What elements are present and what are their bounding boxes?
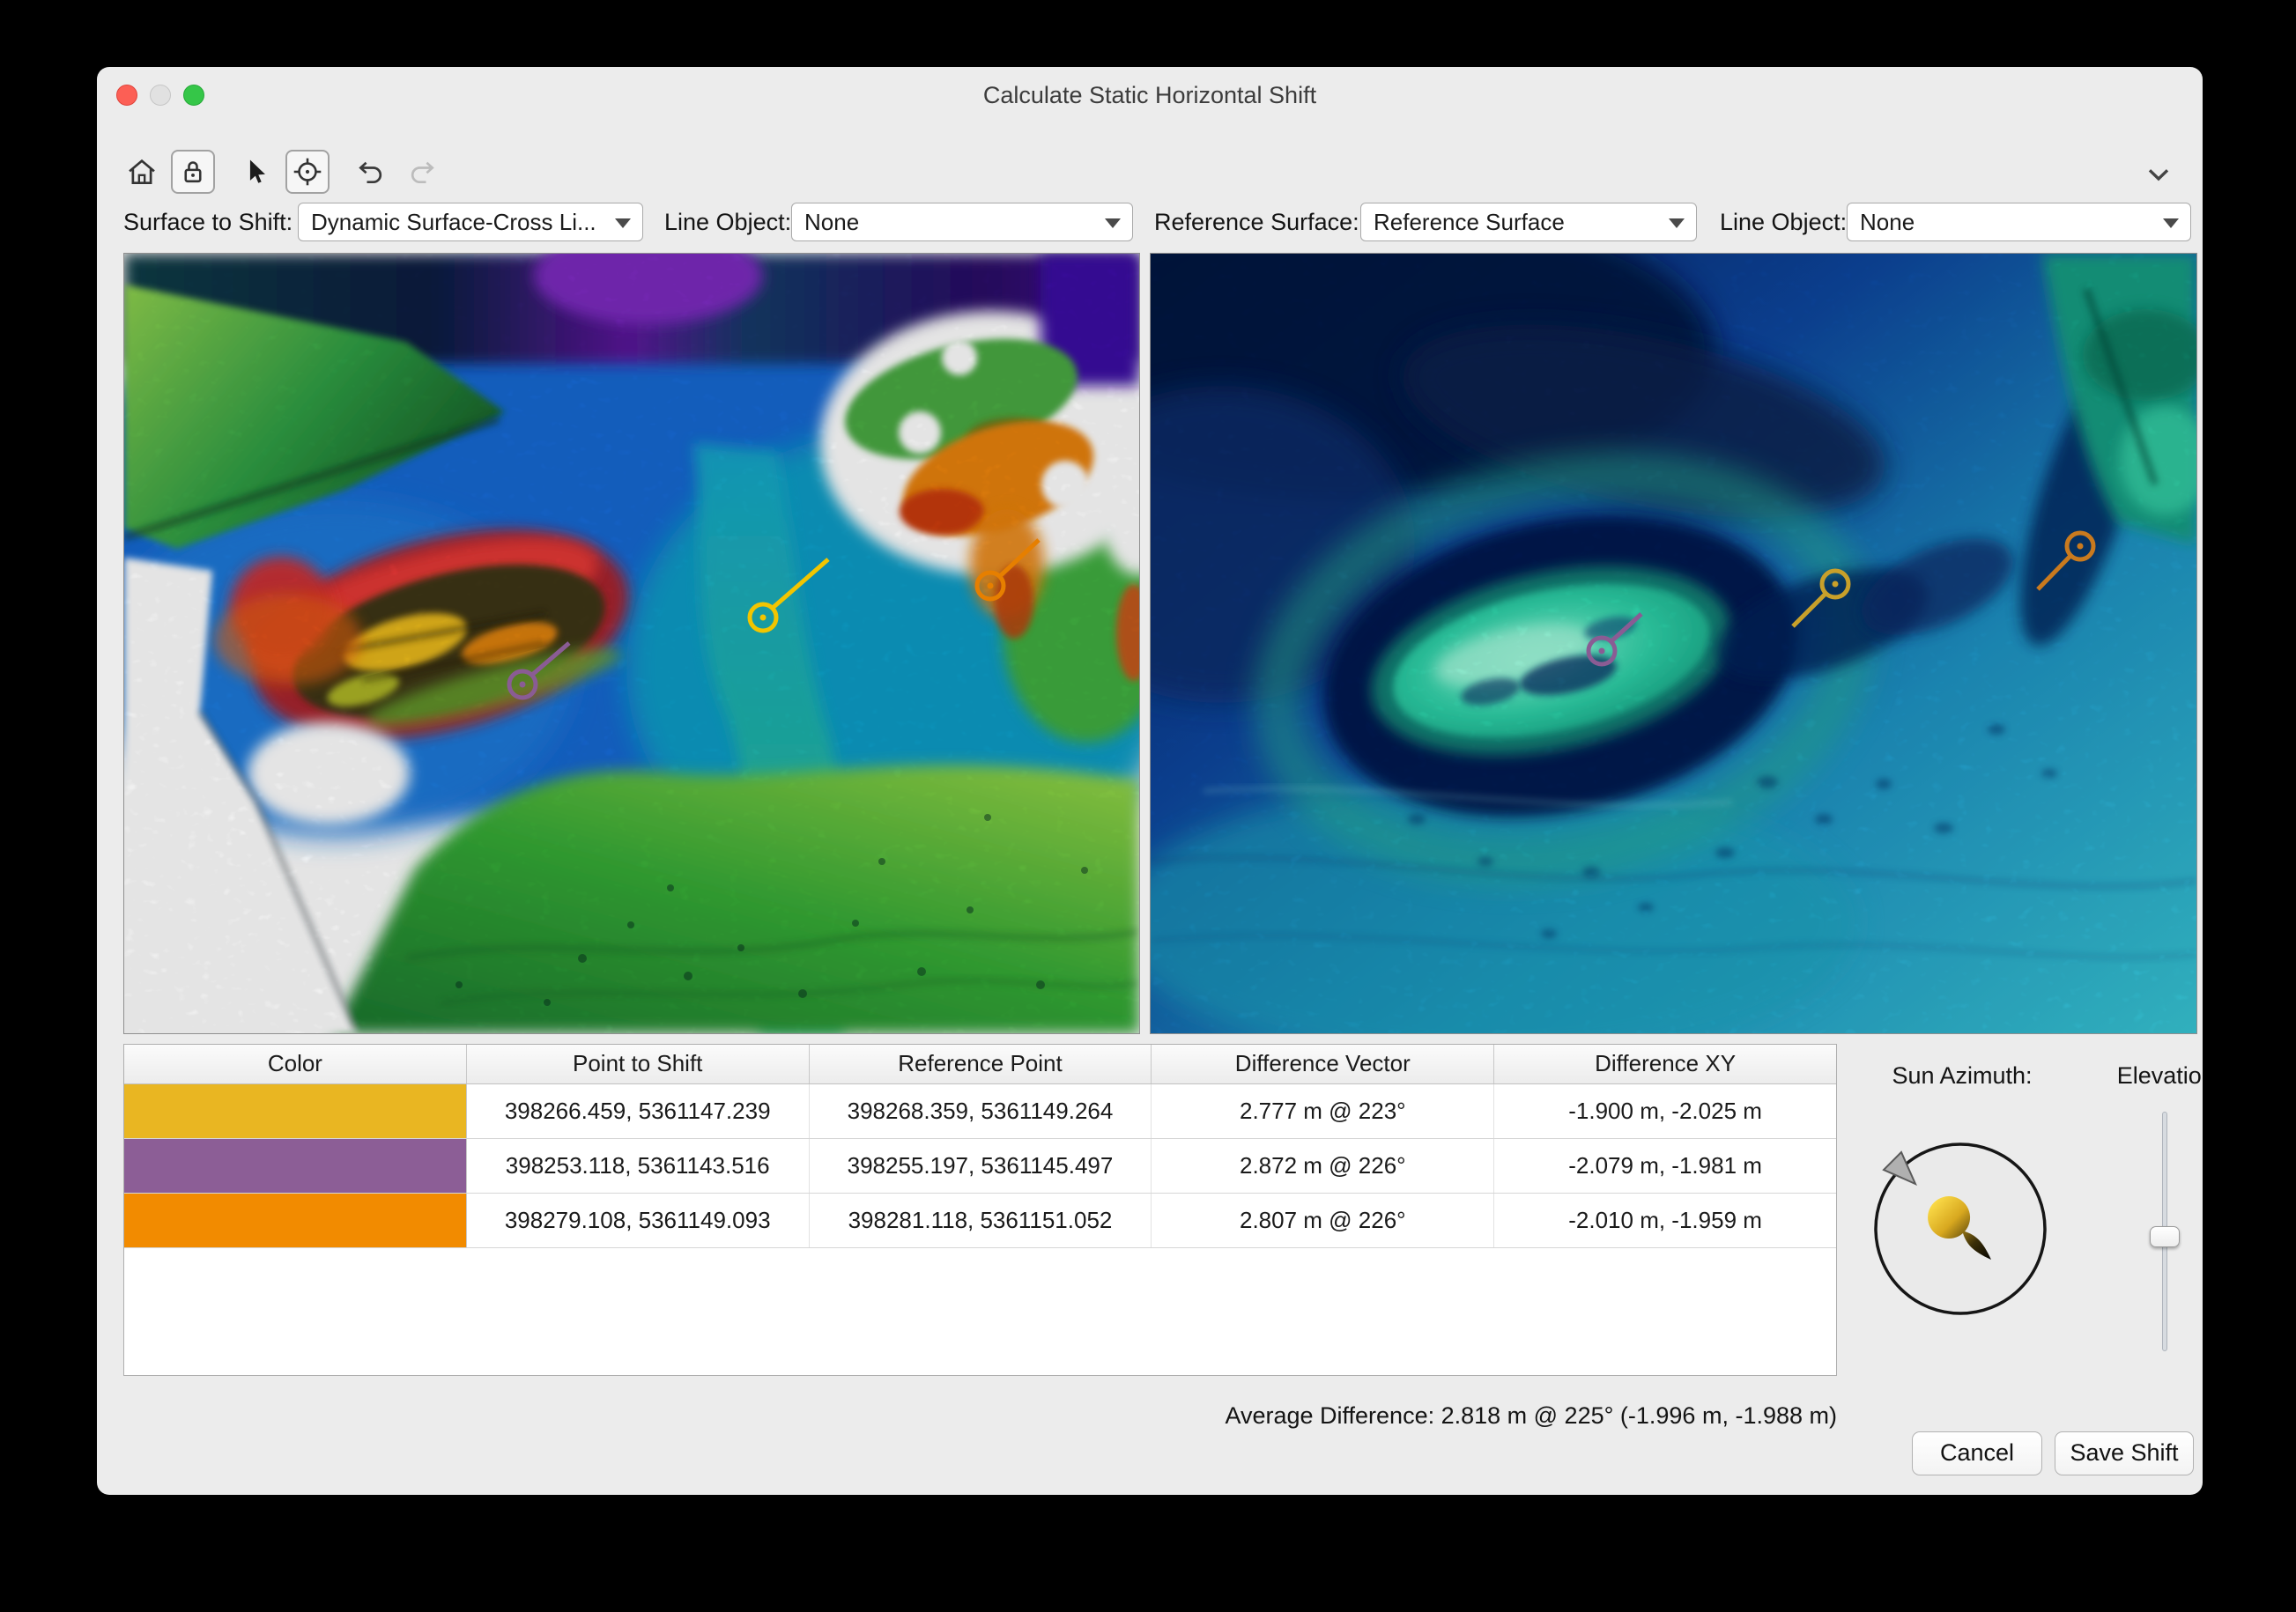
lock-button[interactable] bbox=[171, 150, 215, 194]
table-row[interactable]: 398266.459, 5361147.239 398268.359, 5361… bbox=[124, 1084, 1836, 1139]
crosshair-icon bbox=[292, 156, 323, 188]
point-to-shift-cell: 398266.459, 5361147.239 bbox=[467, 1084, 810, 1138]
line-object-left-select[interactable]: None bbox=[791, 203, 1133, 241]
elevation-slider-handle[interactable] bbox=[2150, 1226, 2180, 1247]
line-object-right-label: Line Object: bbox=[1720, 203, 1847, 241]
points-table: Color Point to Shift Reference Point Dif… bbox=[123, 1044, 1837, 1376]
save-shift-button[interactable]: Save Shift bbox=[2055, 1431, 2194, 1475]
toolbar-collapse-button[interactable] bbox=[2139, 155, 2178, 194]
undo-icon bbox=[355, 156, 387, 188]
bathymetry-image-left bbox=[124, 254, 1139, 1033]
toolbar bbox=[120, 150, 451, 194]
chevron-down-icon bbox=[2163, 218, 2179, 228]
home-icon bbox=[125, 155, 159, 189]
line-object-right-select[interactable]: None bbox=[1847, 203, 2191, 241]
home-button[interactable] bbox=[120, 150, 164, 194]
difference-xy-cell: -1.900 m, -2.025 m bbox=[1494, 1084, 1836, 1138]
difference-vector-cell: 2.872 m @ 226° bbox=[1152, 1139, 1494, 1193]
surface-to-shift-select[interactable]: Dynamic Surface-Cross Li... bbox=[298, 203, 643, 241]
difference-vector-cell: 2.807 m @ 226° bbox=[1152, 1194, 1494, 1247]
reference-point-cell: 398255.197, 5361145.497 bbox=[810, 1139, 1152, 1193]
reference-point-cell: 398268.359, 5361149.264 bbox=[810, 1084, 1152, 1138]
reference-surface-select[interactable]: Reference Surface bbox=[1360, 203, 1697, 241]
reference-surface-value: Reference Surface bbox=[1374, 209, 1565, 236]
line-object-left-value: None bbox=[804, 209, 859, 236]
average-difference-text: Average Difference: 2.818 m @ 225° (-1.9… bbox=[1004, 1402, 1837, 1430]
difference-xy-cell: -2.079 m, -1.981 m bbox=[1494, 1139, 1836, 1193]
chevron-down-icon bbox=[1669, 218, 1685, 228]
point-to-shift-cell: 398279.108, 5361149.093 bbox=[467, 1194, 810, 1247]
cursor-icon bbox=[241, 157, 271, 187]
table-header-reference-point: Reference Point bbox=[810, 1045, 1152, 1083]
point-to-shift-cell: 398253.118, 5361143.516 bbox=[467, 1139, 810, 1193]
reference-surface-label: Reference Surface: bbox=[1154, 203, 1359, 241]
surface-to-shift-value: Dynamic Surface-Cross Li... bbox=[311, 209, 596, 236]
surface-to-shift-label: Surface to Shift: bbox=[123, 203, 293, 241]
lock-icon bbox=[177, 156, 209, 188]
cancel-button[interactable]: Cancel bbox=[1912, 1431, 2042, 1475]
difference-xy-cell: -2.010 m, -1.959 m bbox=[1494, 1194, 1836, 1247]
sun-azimuth-label: Sun Azimuth: bbox=[1861, 1062, 2063, 1090]
redo-button bbox=[400, 150, 444, 194]
redo-icon bbox=[406, 156, 438, 188]
chevron-down-icon bbox=[615, 218, 631, 228]
table-row[interactable]: 398279.108, 5361149.093 398281.118, 5361… bbox=[124, 1194, 1836, 1248]
table-row[interactable]: 398253.118, 5361143.516 398255.197, 5361… bbox=[124, 1139, 1836, 1194]
reference-surface-view[interactable] bbox=[1150, 253, 2197, 1034]
bathymetry-image-right bbox=[1151, 254, 2196, 1033]
table-header-color: Color bbox=[124, 1045, 467, 1083]
titlebar: Calculate Static Horizontal Shift bbox=[97, 67, 2203, 123]
table-header-difference-vector: Difference Vector bbox=[1152, 1045, 1494, 1083]
reference-point-cell: 398281.118, 5361151.052 bbox=[810, 1194, 1152, 1247]
select-button[interactable] bbox=[234, 150, 278, 194]
difference-vector-cell: 2.777 m @ 223° bbox=[1152, 1084, 1494, 1138]
color-swatch bbox=[124, 1139, 467, 1193]
chevron-down-icon bbox=[2141, 157, 2176, 192]
crosshair-button[interactable] bbox=[285, 150, 330, 194]
table-header-point-to-shift: Point to Shift bbox=[467, 1045, 810, 1083]
window-title: Calculate Static Horizontal Shift bbox=[97, 67, 2203, 123]
line-object-right-value: None bbox=[1860, 209, 1915, 236]
color-swatch bbox=[124, 1084, 467, 1138]
line-object-left-label: Line Object: bbox=[664, 203, 791, 241]
surface-to-shift-view[interactable] bbox=[123, 253, 1140, 1034]
chevron-down-icon bbox=[1105, 218, 1121, 228]
table-header-row: Color Point to Shift Reference Point Dif… bbox=[124, 1045, 1836, 1084]
elevation-label: Elevation: bbox=[2099, 1062, 2203, 1090]
sun-azimuth-dial[interactable] bbox=[1850, 1119, 2070, 1339]
color-swatch bbox=[124, 1194, 467, 1247]
table-header-difference-xy: Difference XY bbox=[1494, 1045, 1836, 1083]
undo-button[interactable] bbox=[349, 150, 393, 194]
dialog-window: Calculate Static Horizontal Shift bbox=[97, 67, 2203, 1495]
